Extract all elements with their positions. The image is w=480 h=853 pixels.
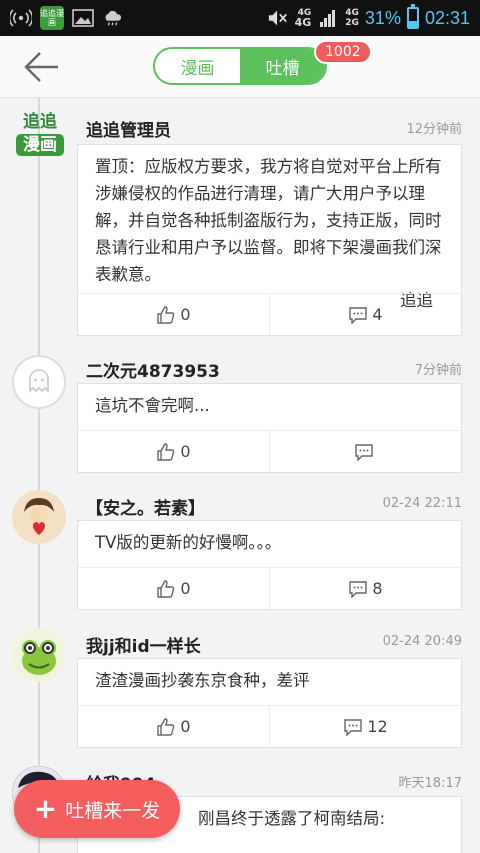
- mute-icon: [267, 7, 289, 29]
- post-actions: 0 8: [78, 567, 461, 609]
- app-notification-icon: 追追漫画: [40, 6, 64, 30]
- post-tucao-button[interactable]: + 吐槽来一发: [14, 780, 180, 838]
- post-card[interactable]: 置顶：应版权方要求，我方将自觉对平台上所有涉嫌侵权的作品进行清理，请广大用户予以…: [77, 144, 462, 336]
- user-avatar[interactable]: [12, 628, 66, 682]
- like-count: 0: [180, 717, 191, 736]
- back-arrow-icon[interactable]: [22, 50, 62, 84]
- tab-tucao[interactable]: 吐槽: [240, 49, 325, 83]
- post-card[interactable]: TV版的更新的好慢啊。。。 0 8: [77, 520, 462, 610]
- like-button[interactable]: 0: [78, 431, 269, 472]
- timeline-line: [38, 98, 40, 853]
- post-text: 這坑不會完啊...: [95, 396, 210, 415]
- thumbs-up-icon: [157, 579, 175, 598]
- post-username[interactable]: 我jj和id一样长: [86, 632, 201, 657]
- comment-icon: [349, 306, 368, 324]
- post-feed: 追追 漫画 追追管理员 12分钟前 置顶：应版权方要求，我方将自觉对平台上所有涉…: [0, 98, 480, 853]
- like-button[interactable]: 0: [78, 294, 269, 335]
- avatar-placeholder[interactable]: [12, 355, 66, 409]
- post-username[interactable]: 二次元4873953: [86, 357, 220, 382]
- comment-count: 12: [367, 717, 388, 736]
- post-time: 02-24 22:11: [382, 496, 462, 511]
- signal-bars-icon: [317, 7, 339, 29]
- thumbs-up-icon: [157, 717, 175, 736]
- comment-icon: [354, 443, 373, 461]
- weather-icon: [102, 7, 124, 29]
- battery-icon: [406, 4, 419, 29]
- ghost-icon: [29, 369, 49, 393]
- plus-icon: +: [33, 792, 58, 825]
- tab-manga[interactable]: 漫画: [155, 49, 240, 83]
- comment-button[interactable]: 4: [269, 294, 461, 335]
- comment-button[interactable]: 8: [269, 568, 461, 609]
- post-time: 12分钟前: [406, 122, 462, 137]
- comment-button[interactable]: 12: [269, 706, 461, 747]
- post-actions: 0 12: [78, 705, 461, 747]
- comment-button[interactable]: [269, 431, 461, 472]
- post-actions: 0 4: [78, 293, 461, 335]
- like-count: 0: [180, 442, 191, 461]
- post-card[interactable]: 渣渣漫画抄袭东京食种，差评 0 12: [77, 658, 462, 748]
- comment-count: 4: [372, 305, 383, 324]
- user-avatar[interactable]: [12, 490, 66, 544]
- post-username[interactable]: 【安之。若素】: [86, 494, 205, 519]
- clock: 02:31: [424, 7, 470, 28]
- post-actions: 0: [78, 430, 461, 472]
- status-bar: 追追漫画 4G 4G 4G 2G 31% 02:31: [0, 0, 480, 36]
- network-indicator: 4G 4G: [294, 8, 312, 29]
- thumbs-up-icon: [157, 442, 175, 461]
- like-count: 0: [180, 305, 191, 324]
- post-text: 置顶：应版权方要求，我方将自觉对平台上所有涉嫌侵权的作品进行清理，请广大用户予以…: [95, 157, 442, 284]
- tucao-count-badge: 1002: [314, 40, 372, 64]
- comment-icon: [349, 580, 368, 598]
- admin-logo: 追追 漫画: [16, 112, 64, 166]
- like-count: 0: [180, 579, 191, 598]
- post-text: TV版的更新的好慢啊。。。: [95, 533, 282, 552]
- post-time: 7分钟前: [414, 363, 462, 378]
- image-notification-icon: [72, 7, 94, 29]
- comment-icon: [344, 718, 363, 736]
- top-bar: 漫画 吐槽 1002: [0, 36, 480, 98]
- post-time: 02-24 20:49: [382, 634, 462, 649]
- post-username[interactable]: 追追管理员: [86, 116, 171, 141]
- post-card[interactable]: 這坑不會完啊... 0: [77, 383, 462, 473]
- battery-percent: 31%: [364, 7, 401, 28]
- post-tucao-label: 吐槽来一发: [65, 799, 161, 822]
- like-button[interactable]: 0: [78, 568, 269, 609]
- post-time: 昨天18:17: [398, 776, 462, 791]
- wireless-signal-icon: [10, 7, 32, 29]
- thumbs-up-icon: [157, 305, 175, 324]
- comment-count: 8: [372, 579, 383, 598]
- like-button[interactable]: 0: [78, 706, 269, 747]
- network-indicator-secondary: 4G 2G: [345, 8, 359, 28]
- post-text: 渣渣漫画抄袭东京食种，差评: [95, 671, 310, 690]
- tab-switcher: 漫画 吐槽: [153, 47, 327, 85]
